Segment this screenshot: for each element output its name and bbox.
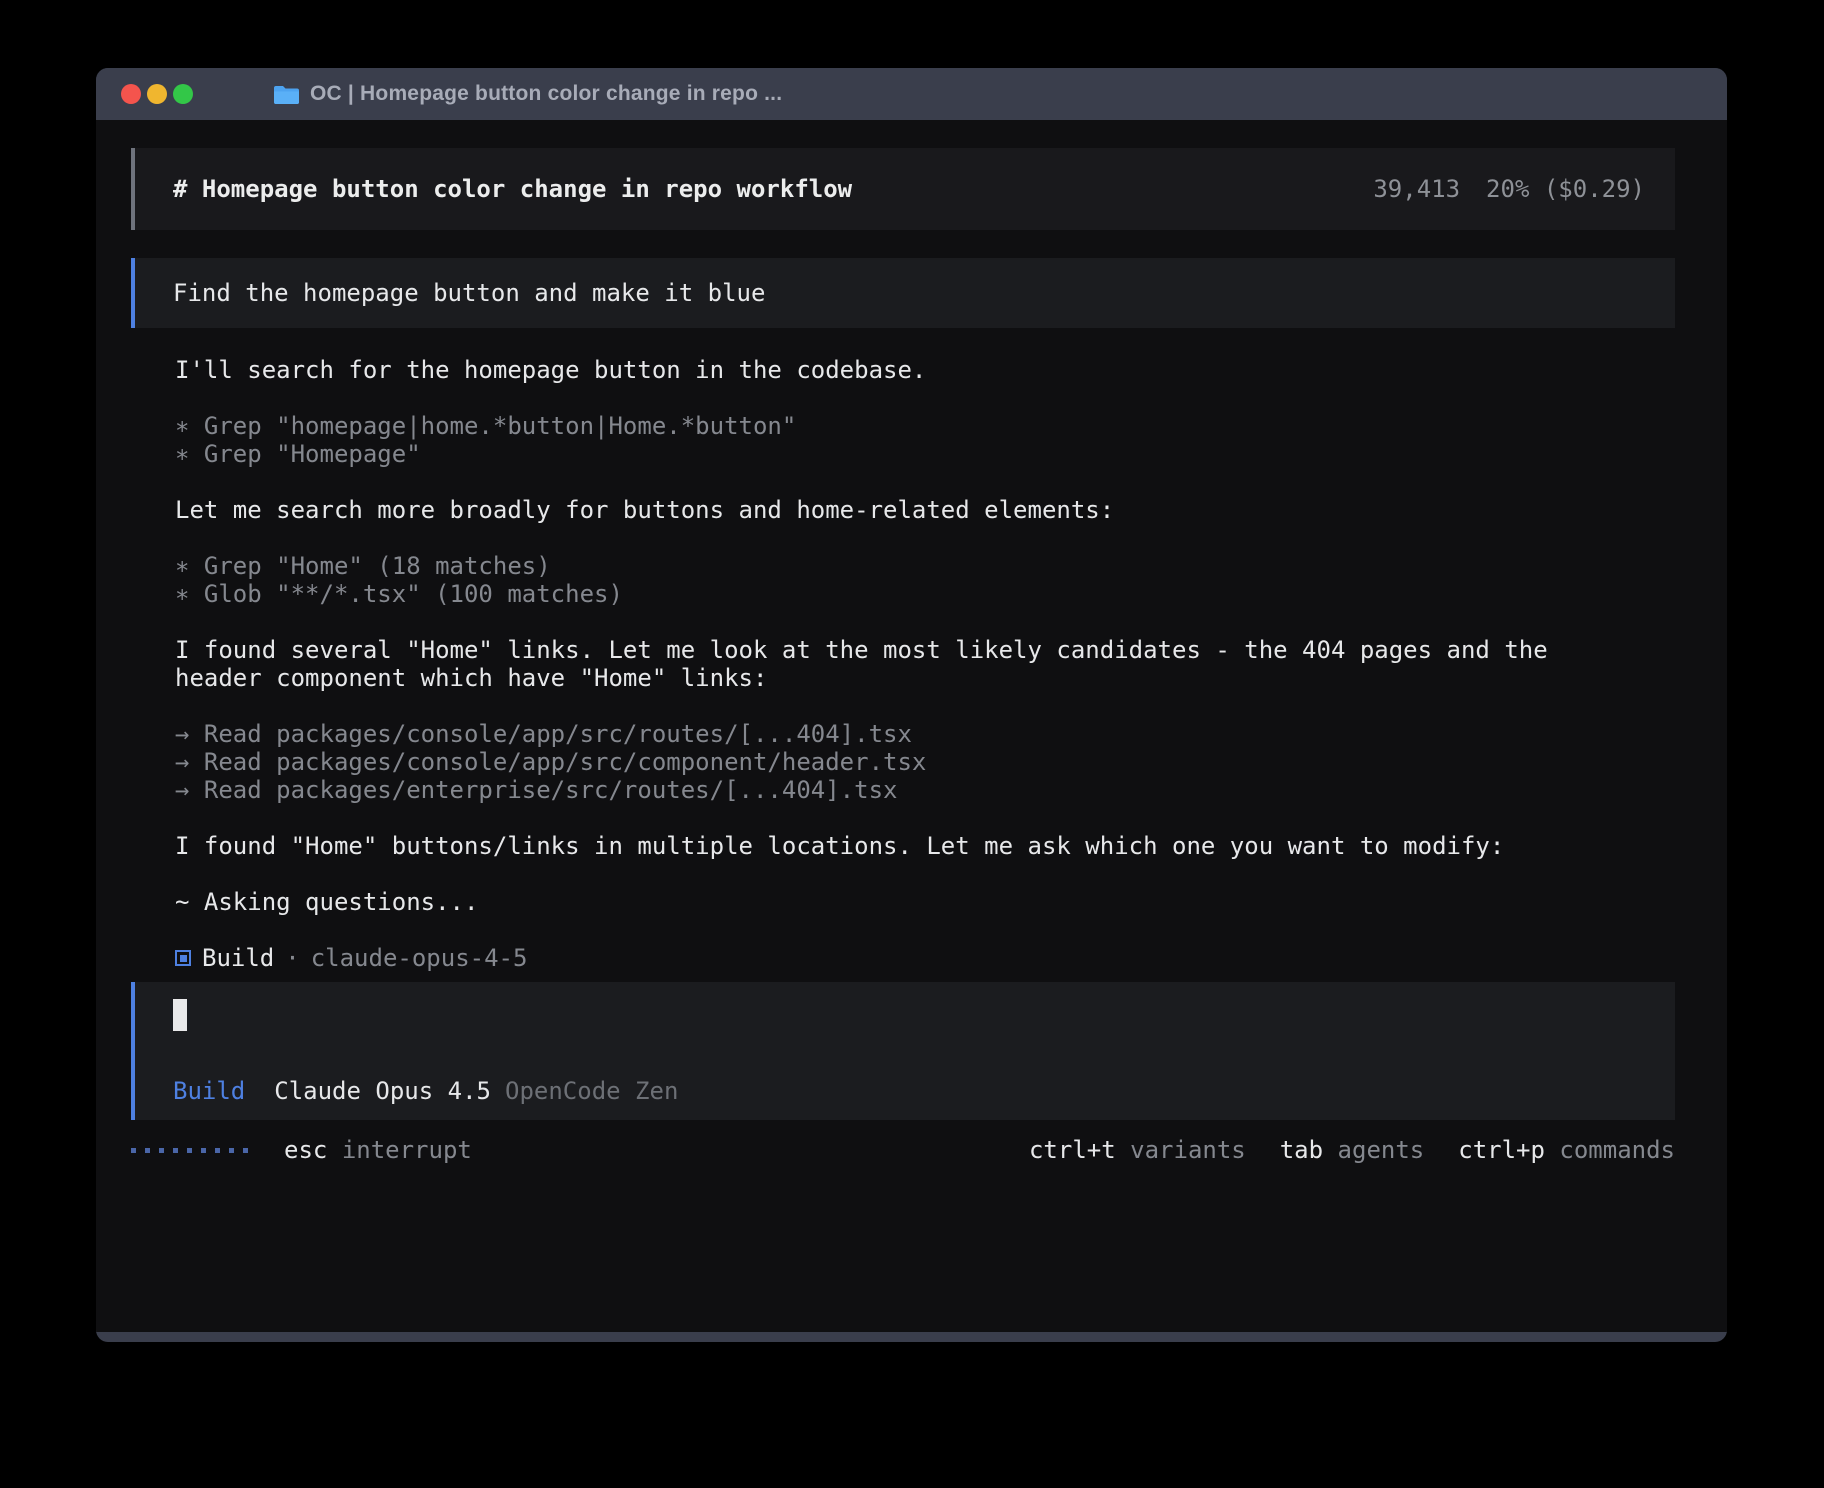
assistant-text: I found several "Home" links. Let me loo… bbox=[175, 636, 1675, 692]
session-title: # Homepage button color change in repo w… bbox=[173, 175, 852, 203]
separator-dot: · bbox=[285, 944, 299, 972]
build-agent-icon bbox=[175, 950, 191, 966]
session-header: # Homepage button color change in repo w… bbox=[131, 148, 1675, 230]
terminal-content: # Homepage button color change in repo w… bbox=[96, 120, 1727, 1332]
session-stats: 39,413 20% ($0.29) bbox=[1373, 175, 1645, 203]
prompt-input[interactable]: Build Claude Opus 4.5 OpenCode Zen bbox=[131, 982, 1675, 1120]
assistant-text: I found "Home" buttons/links in multiple… bbox=[175, 832, 1675, 860]
input-model-label[interactable]: Claude Opus 4.5 bbox=[274, 1077, 491, 1105]
assistant-text: Let me search more broadly for buttons a… bbox=[175, 496, 1675, 524]
tool-call-read: → Read packages/enterprise/src/routes/[.… bbox=[175, 776, 1675, 804]
minimize-button[interactable] bbox=[147, 84, 167, 104]
variants-hint: ctrl+t variants bbox=[1029, 1136, 1246, 1164]
tool-call-grep: ∗ Grep "Homepage" bbox=[175, 440, 1675, 468]
context-cost: 20% ($0.29) bbox=[1486, 175, 1645, 203]
text-cursor bbox=[173, 999, 187, 1031]
tool-call-grep: ∗ Grep "Home" (18 matches) bbox=[175, 552, 1675, 580]
provider-label: OpenCode Zen bbox=[505, 1077, 678, 1105]
tool-call-grep: ∗ Grep "homepage|home.*button|Home.*butt… bbox=[175, 412, 1675, 440]
input-meta: Build Claude Opus 4.5 OpenCode Zen bbox=[173, 1077, 1675, 1105]
agent-mode-label[interactable]: Build bbox=[173, 1077, 245, 1105]
tool-call-read: → Read packages/console/app/src/componen… bbox=[175, 748, 1675, 776]
assistant-text: I'll search for the homepage button in t… bbox=[175, 356, 1675, 384]
working-spinner-dots bbox=[131, 1148, 248, 1153]
commands-hint: ctrl+p commands bbox=[1458, 1136, 1675, 1164]
titlebar[interactable]: OC | Homepage button color change in rep… bbox=[96, 68, 1727, 120]
agent-status: Build · claude-opus-4-5 bbox=[175, 944, 1675, 972]
agents-hint: tab agents bbox=[1280, 1136, 1425, 1164]
asking-questions-status: ~ Asking questions... bbox=[175, 888, 1675, 916]
folder-icon bbox=[273, 84, 300, 105]
traffic-lights bbox=[121, 84, 193, 104]
tool-call-glob: ∗ Glob "**/*.tsx" (100 matches) bbox=[175, 580, 1675, 608]
user-message-text: Find the homepage button and make it blu… bbox=[173, 279, 765, 307]
agent-name: Build bbox=[202, 944, 274, 972]
interrupt-hint: esc interrupt bbox=[284, 1136, 472, 1164]
window-title: OC | Homepage button color change in rep… bbox=[310, 82, 782, 106]
status-bar: esc interrupt ctrl+t variants tab agents… bbox=[131, 1136, 1675, 1164]
close-button[interactable] bbox=[121, 84, 141, 104]
assistant-transcript: I'll search for the homepage button in t… bbox=[175, 356, 1675, 972]
terminal-window: OC | Homepage button color change in rep… bbox=[96, 68, 1727, 1342]
zoom-button[interactable] bbox=[173, 84, 193, 104]
tool-call-read: → Read packages/console/app/src/routes/[… bbox=[175, 720, 1675, 748]
user-message: Find the homepage button and make it blu… bbox=[131, 258, 1675, 328]
model-name: claude-opus-4-5 bbox=[311, 944, 528, 972]
token-count: 39,413 bbox=[1373, 175, 1460, 203]
